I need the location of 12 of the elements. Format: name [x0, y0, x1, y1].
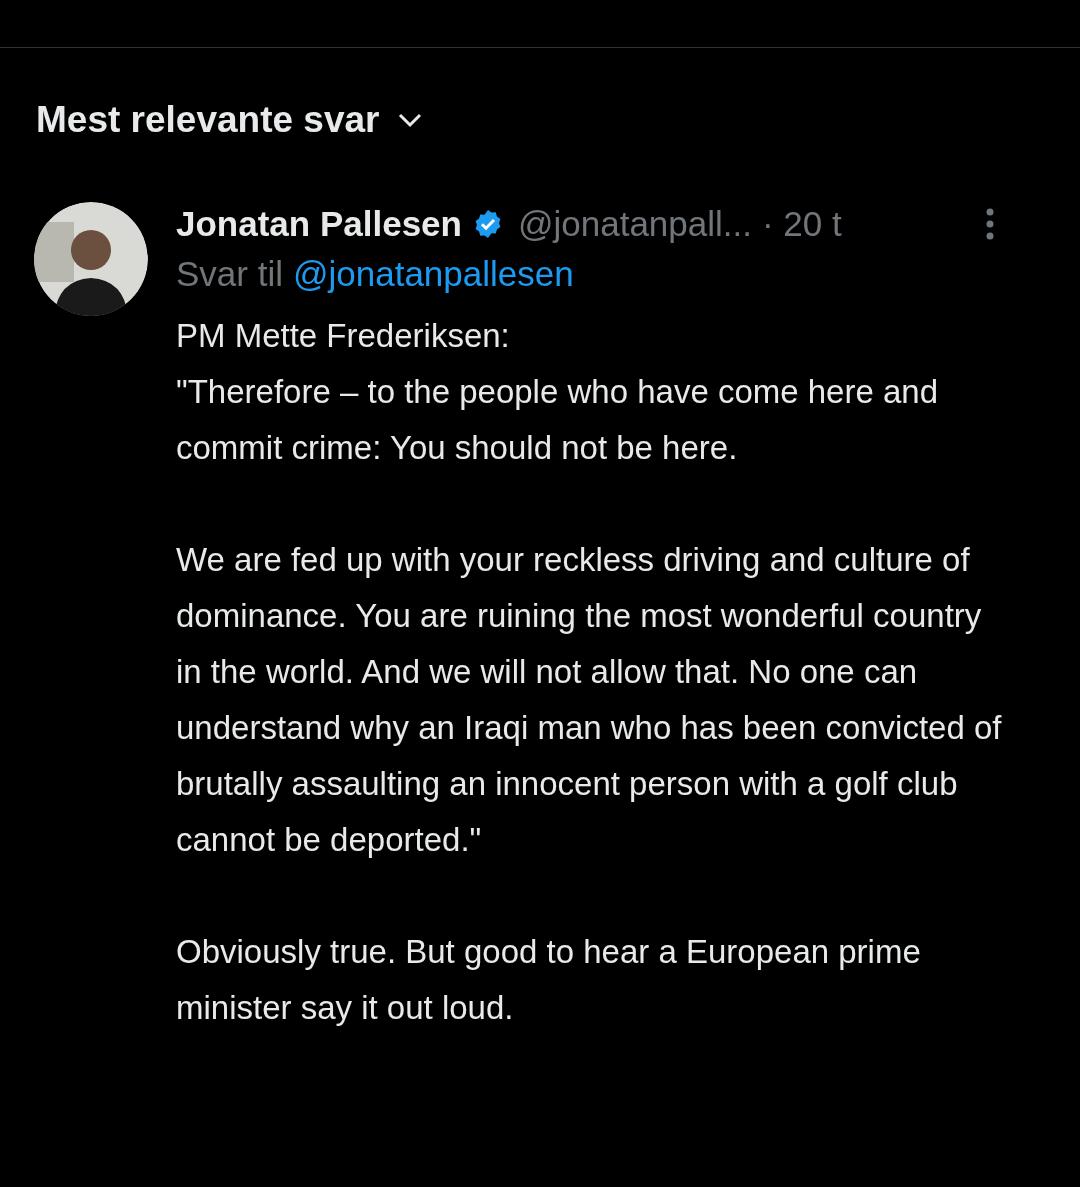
sort-dropdown[interactable]: Mest relevante svar	[36, 92, 424, 148]
post-time: · 20 t	[761, 202, 842, 245]
reply-to-label: Svar til	[176, 252, 283, 295]
chevron-down-icon	[397, 111, 424, 128]
author-handle: @jonatanpall...	[517, 202, 752, 245]
author-name[interactable]: Jonatan Pallesen	[176, 201, 462, 246]
mention-link[interactable]: @jonatanpallesen	[292, 245, 574, 302]
post-text: We are fed up with your reckless driving and culture of dominance. You are ruining the most wonderful country in the world. And we will not allow that. No one can understand why an Iraqi man who has been convicted of brutally assaulting an innocent person with a golf club cannot be deported."	[176, 539, 1003, 860]
post-text: Obviously true. But good to hear a European prime minister say it out loud.	[176, 931, 922, 1028]
post-text: PM Mette Frederiksen: "Therefore – to the people who have come here and commit crime: You should not be here.	[176, 315, 940, 468]
more-options-icon[interactable]	[986, 207, 994, 240]
avatar[interactable]	[34, 201, 148, 316]
